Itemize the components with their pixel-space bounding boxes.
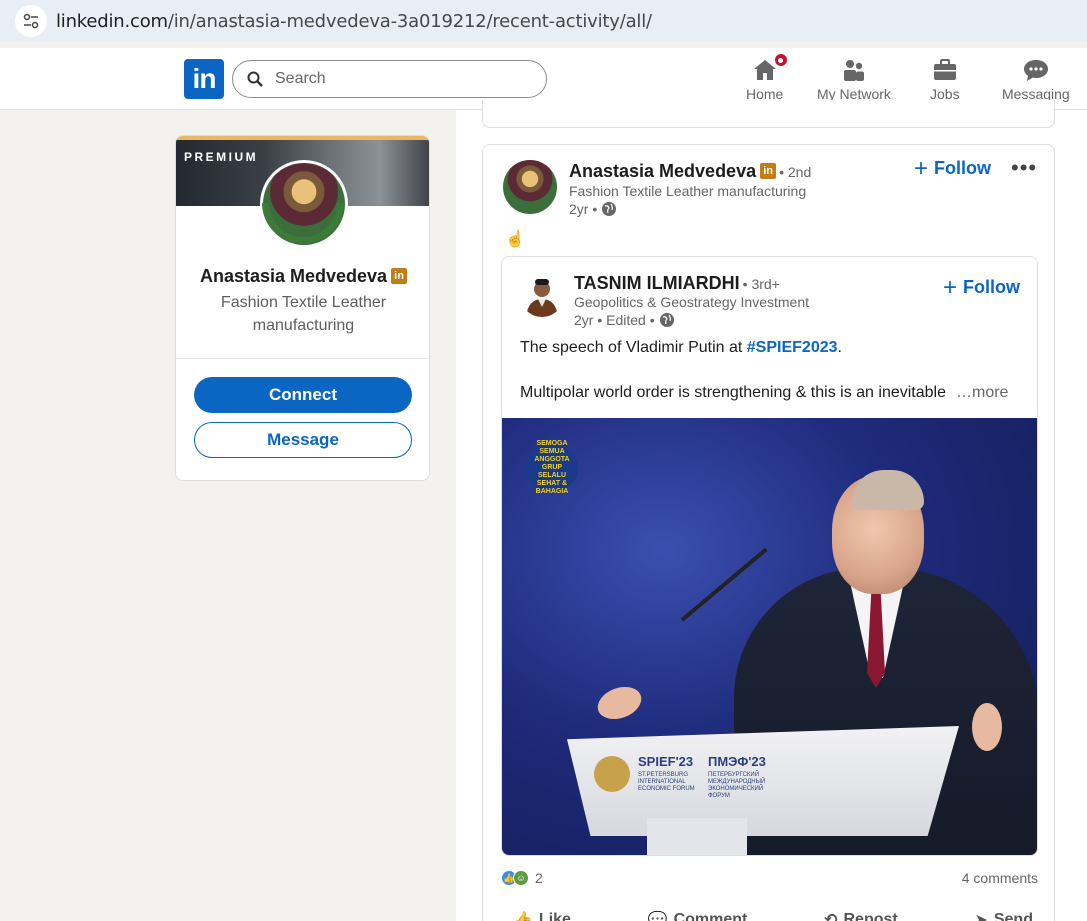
repost-icon: ⟲ xyxy=(824,912,838,921)
shared-follow-button[interactable]: + Follow xyxy=(943,273,1021,301)
like-button[interactable]: 👍 Like xyxy=(513,910,571,921)
search-box[interactable] xyxy=(232,60,547,98)
profile-name[interactable]: Anastasia Medvedeva in xyxy=(176,266,429,287)
hashtag-link[interactable]: #SPIEF2023 xyxy=(747,339,838,356)
comments-count[interactable]: 4 comments xyxy=(962,870,1038,886)
plus-icon: + xyxy=(943,273,958,301)
previous-post-card xyxy=(482,100,1055,128)
globe-icon xyxy=(602,202,617,216)
messaging-icon xyxy=(1023,60,1048,81)
support-reaction-icon: ☺ xyxy=(513,870,529,886)
divider xyxy=(176,358,429,359)
actor-name-text: Anastasia Medvedeva xyxy=(569,161,757,181)
profile-headline: Fashion Textile Leather manufacturing xyxy=(220,294,387,334)
shared-author-avatar[interactable] xyxy=(520,273,564,317)
more-options-icon[interactable]: ••• xyxy=(1011,155,1037,181)
search-icon xyxy=(247,71,263,87)
message-button[interactable]: Message xyxy=(194,422,412,458)
text-prefix: The speech of Vladimir Putin at xyxy=(520,339,747,356)
premium-badge-icon: in xyxy=(760,163,777,180)
shared-text-line1: The speech of Vladimir Putin at #SPIEF20… xyxy=(520,339,842,357)
author-photo xyxy=(520,273,564,317)
speaker-left-hand xyxy=(593,681,646,725)
profile-name-text: Anastasia Medvedeva xyxy=(199,266,388,286)
shared-follow-label: Follow xyxy=(963,277,1021,297)
social-counts: 👍 ☺ 2 4 comments xyxy=(501,868,1038,888)
actor-meta: 2yr • xyxy=(569,201,617,217)
actor-time: 2yr • xyxy=(569,201,598,217)
repost-button[interactable]: ⟲ Repost xyxy=(824,910,898,921)
briefcase-icon xyxy=(933,59,956,80)
plus-icon: + xyxy=(914,154,929,182)
actor-avatar[interactable] xyxy=(503,160,557,214)
url-path: /in/anastasia-medvedeva-3a019212/recent-… xyxy=(167,10,652,32)
podium-subtitle-ru: ПЕТЕРБУРГСКИЙ МЕЖДУНАРОДНЫЙ ЭКОНОМИЧЕСКИ… xyxy=(708,772,766,799)
post-image[interactable]: SEMOGA SEMUA ANGGOTA GRUP SELALU SEHAT &… xyxy=(502,418,1037,855)
shared-author-degree: • 3rd+ xyxy=(742,276,780,292)
nav-my-network[interactable]: My Network xyxy=(817,56,891,102)
see-more-link[interactable]: …more xyxy=(956,384,1008,402)
follow-button[interactable]: + Follow xyxy=(914,154,992,182)
actor-name[interactable]: Anastasia Medvedeva in • 2nd xyxy=(569,161,811,182)
nav-home[interactable]: Home xyxy=(746,52,789,102)
url-domain: linkedin.com xyxy=(56,10,168,32)
speaker-hair xyxy=(852,470,924,510)
comment-icon: 💬 xyxy=(647,912,668,921)
like-label: Like xyxy=(538,911,571,921)
repost-label: Repost xyxy=(843,911,898,921)
premium-label: PREMIUM xyxy=(184,150,259,164)
podium-title-ru: ПМЭФ'23 xyxy=(708,754,766,769)
nav-jobs[interactable]: Jobs xyxy=(930,56,960,102)
shared-author-headline: Geopolitics & Geostrategy Investment xyxy=(574,294,809,310)
follow-label: Follow xyxy=(934,158,992,178)
group-sticker: SEMOGA SEMUA ANGGOTA GRUP SELALU SEHAT &… xyxy=(526,440,578,495)
globe-icon xyxy=(659,313,674,327)
send-label: Send xyxy=(993,911,1033,921)
podium-base xyxy=(647,818,747,855)
post-actions: 👍 Like 💬 Comment ⟲ Repost ➤ Send xyxy=(513,910,1033,921)
shared-author-name-text: TASNIM ILMIARDHI xyxy=(574,273,740,293)
shared-time: 2yr • Edited • xyxy=(574,312,655,328)
shared-text-line2: Multipolar world order is strengthening … xyxy=(520,384,946,401)
microphone xyxy=(680,547,768,622)
connect-button[interactable]: Connect xyxy=(194,377,412,413)
browser-url-bar[interactable]: linkedin.com/in/anastasia-medvedeva-3a01… xyxy=(0,0,1087,42)
premium-badge-icon: in xyxy=(391,268,408,285)
reactions-summary[interactable]: 👍 ☺ 2 xyxy=(501,870,543,886)
reactions-count: 2 xyxy=(535,870,543,886)
profile-card: PREMIUM Anastasia Medvedeva in Fashion Te… xyxy=(175,135,430,481)
site-settings-icon[interactable] xyxy=(15,5,47,37)
podium-subtitle: ST.PETERSBURG INTERNATIONAL ECONOMIC FOR… xyxy=(638,772,695,792)
comment-button[interactable]: 💬 Comment xyxy=(648,910,748,921)
speaker-right-hand xyxy=(972,703,1002,751)
shared-author-name[interactable]: TASNIM ILMIARDHI • 3rd+ xyxy=(574,273,780,294)
sticker-text: SEMOGA SEMUA ANGGOTA GRUP SELALU SEHAT &… xyxy=(534,440,570,495)
url-text[interactable]: linkedin.com/in/anastasia-medvedeva-3a01… xyxy=(56,11,652,32)
podium-title: SPIEF'23 xyxy=(638,754,694,769)
linkedin-logo[interactable]: in xyxy=(184,59,224,99)
shared-meta: 2yr • Edited • xyxy=(574,312,675,328)
nav-messaging[interactable]: Messaging xyxy=(1002,56,1070,102)
notification-badge xyxy=(772,52,789,68)
network-icon xyxy=(843,60,864,81)
like-icon: 👍 xyxy=(513,912,533,921)
search-input[interactable] xyxy=(275,70,515,88)
send-icon: ➤ xyxy=(974,912,988,921)
comment-label: Comment xyxy=(673,911,748,921)
send-button[interactable]: ➤ Send xyxy=(974,910,1033,921)
text-suffix: . xyxy=(837,339,842,356)
actor-headline: Fashion Textile Leather manufacturing xyxy=(569,183,807,199)
profile-avatar[interactable] xyxy=(245,145,361,261)
actor-degree: • 2nd xyxy=(779,164,812,180)
feed-post: Anastasia Medvedeva in • 2nd Fashion Texti… xyxy=(482,144,1055,921)
shared-post[interactable]: TASNIM ILMIARDHI • 3rd+ Geopolitics & Geo… xyxy=(501,256,1038,856)
post-emoji: ☝️ xyxy=(505,231,525,248)
spief-emblem xyxy=(594,756,630,792)
